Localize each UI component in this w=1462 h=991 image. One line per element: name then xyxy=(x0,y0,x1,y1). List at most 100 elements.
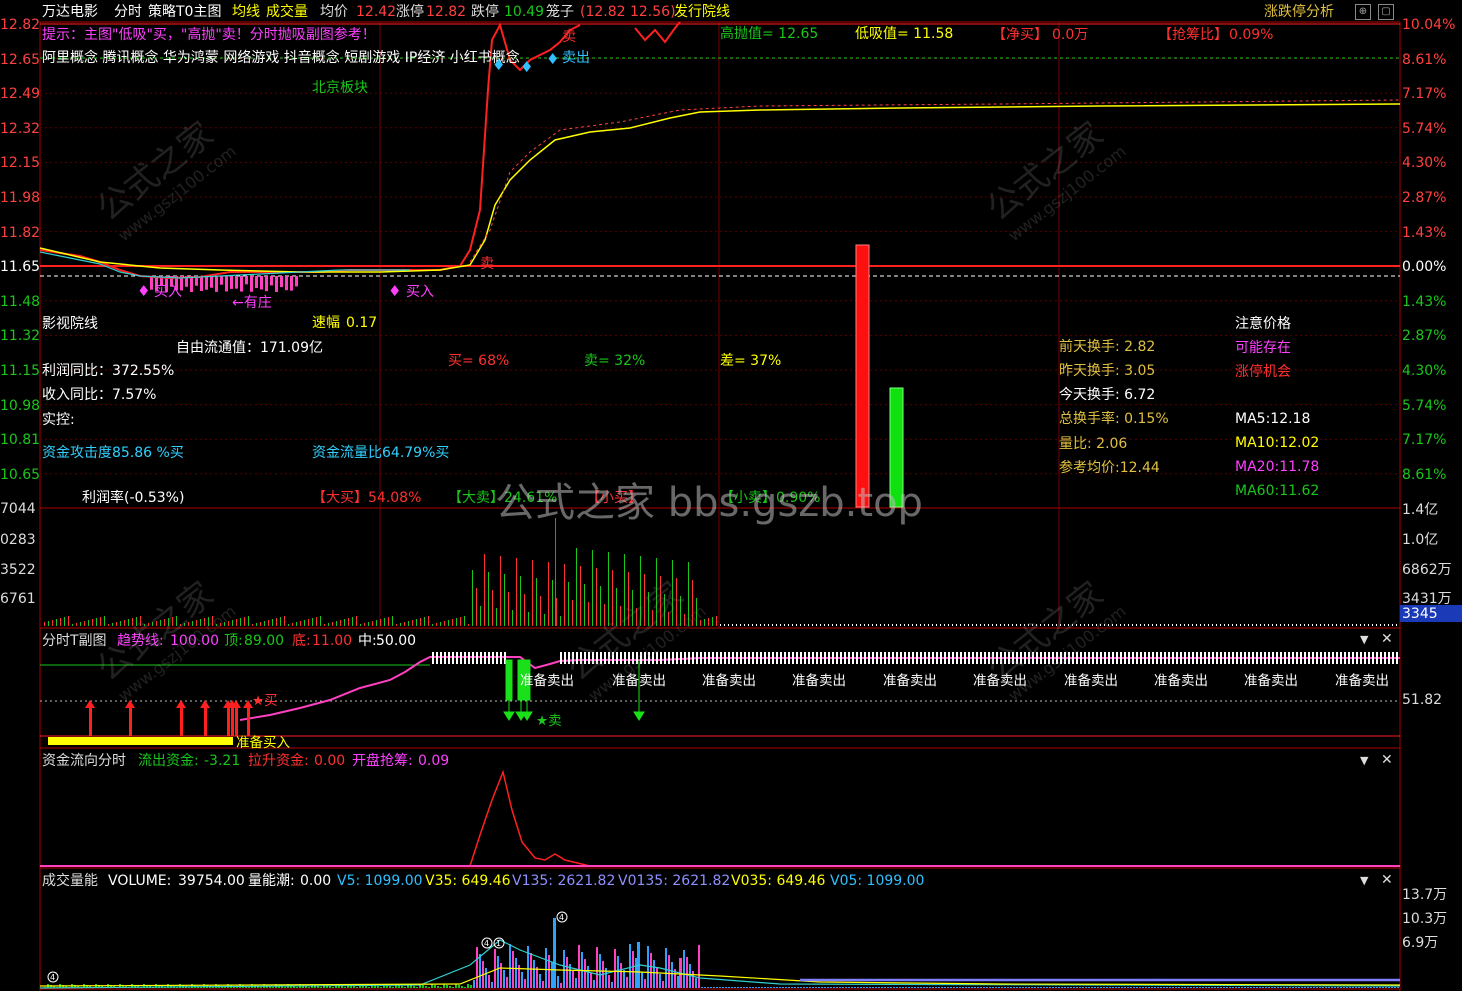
net-buy-value: 0.0万 xyxy=(1052,27,1089,43)
prepare-sell-label: 准备卖出 xyxy=(973,673,1027,689)
high-sell-value: 高抛值= 12.65 xyxy=(720,26,819,42)
buy-tag-text: 买 xyxy=(264,693,278,709)
diamond-icon: ♦ xyxy=(388,282,402,300)
prepare-sell-label: 准备卖出 xyxy=(1064,673,1118,689)
volume-bars xyxy=(44,518,1397,626)
buy-signal-2: 买入 xyxy=(406,284,434,300)
svg-text:4: 4 xyxy=(559,913,564,922)
notice-title: 注意价格 xyxy=(1235,316,1291,332)
ma5-value: MA5:12.18 xyxy=(1235,411,1311,427)
diff-percent: 差= 37% xyxy=(720,353,782,369)
ma20-value: MA20:11.78 xyxy=(1235,459,1320,475)
low-buy-value: 低吸值= 11.58 xyxy=(855,26,954,42)
volume-value: 39754.00 xyxy=(178,873,245,889)
tide-value: 0.00 xyxy=(300,873,332,889)
dealer-tag: ←有庄 xyxy=(232,295,272,311)
dropdown-icon[interactable]: ▼ xyxy=(1360,754,1368,767)
notice-line-1: 可能存在 xyxy=(1235,340,1291,356)
volume-ratio: 量比: 2.06 xyxy=(1059,436,1128,452)
vol-axis-right-2: 6862万 xyxy=(1402,562,1452,578)
price-tick: 12.65 xyxy=(0,51,41,68)
pct-tick: 8.61% xyxy=(1402,51,1447,68)
sell-tag: ★卖 xyxy=(536,712,562,730)
buy-arrows xyxy=(85,700,253,736)
price-tick: 11.32 xyxy=(0,328,41,345)
net-buy-label: 【净买】 xyxy=(992,27,1048,43)
turnover-today: 今天换手: 6.72 xyxy=(1059,387,1156,403)
grab-ratio-label: 【抢筹比】 xyxy=(1158,27,1228,43)
prepare-buy: 准备买入 xyxy=(236,735,290,751)
controller: 实控: xyxy=(42,412,75,428)
prepare-sell-label: 准备卖出 xyxy=(1335,673,1389,689)
ma60-value: MA60:11.62 xyxy=(1235,483,1320,499)
watermark-large: 公式之家 bbs.gszb.top xyxy=(495,480,923,526)
price-tick: 10.81 xyxy=(0,432,41,449)
dropdown-icon[interactable]: ▼ xyxy=(1360,633,1368,646)
volume-energy-bars xyxy=(44,918,1399,988)
sub2-title[interactable]: 资金流向分时 xyxy=(42,752,126,770)
price-tick: 11.98 xyxy=(0,190,41,206)
price-tick: 12.32 xyxy=(0,120,41,137)
volume-label: VOLUME: xyxy=(108,873,172,889)
profit-yoy: 利润同比：372.55% xyxy=(42,363,175,379)
buy-tag: ★买 xyxy=(252,692,278,710)
vol-axis-left-1: 0283 xyxy=(0,532,36,548)
vol-axis-right-0: 1.4亿 xyxy=(1402,502,1439,518)
avg-price-line-dash xyxy=(469,99,1401,263)
concept-tags: 阿里概念 腾讯概念 华为鸿蒙 网络游戏 抖音概念 短剧游戏 IP经济 小红书概念 xyxy=(42,50,520,66)
mid-value: 50.00 xyxy=(376,633,417,649)
price-tick: 10.65 xyxy=(0,466,41,483)
bottom-value: 11.00 xyxy=(312,633,353,649)
circle-markers xyxy=(47,911,568,983)
price-tick: 12.15 xyxy=(0,155,41,172)
revenue-yoy: 收入同比：7.57% xyxy=(42,387,157,403)
float-cap: 自由流通值：171.09亿 xyxy=(176,340,323,356)
pull-fund-label: 拉升资金: xyxy=(248,753,309,769)
svg-text:1: 1 xyxy=(496,939,501,948)
notice-line-2: 涨停机会 xyxy=(1235,364,1291,380)
v05-value: V05: 1099.00 xyxy=(830,873,925,889)
sub3-axis-1: 10.3万 xyxy=(1402,911,1448,927)
close-icon[interactable]: ✕ xyxy=(1381,631,1393,647)
vol-axis-left-2: 3522 xyxy=(0,562,36,578)
prepare-sell-label: 准备卖出 xyxy=(520,673,574,689)
open-grab-value: 0.09 xyxy=(418,753,450,769)
sub3-axis-2: 6.9万 xyxy=(1402,935,1439,951)
pct-tick: 2.87% xyxy=(1402,328,1447,345)
top-value: 89.00 xyxy=(244,633,285,649)
vol-axis-left-3: 6761 xyxy=(0,591,36,607)
pct-tick: 8.61% xyxy=(1402,466,1447,483)
v35-value: V35: 649.46 xyxy=(425,873,511,889)
top-label: 顶: xyxy=(224,633,243,649)
fund-flow-line xyxy=(469,769,591,867)
diamond-icon: ♦ xyxy=(520,58,534,76)
speed-value: 0.17 xyxy=(346,315,378,331)
price-line-top xyxy=(634,21,681,44)
price-tick: 11.82 xyxy=(0,224,41,241)
sub3-title[interactable]: 成交量能 xyxy=(42,872,98,890)
sector-name: 影视院线 xyxy=(42,316,98,332)
trend-value: 100.00 xyxy=(170,633,219,649)
vol-axis-right-1: 1.0亿 xyxy=(1402,532,1439,548)
dropdown-icon[interactable]: ▼ xyxy=(1360,874,1368,887)
price-tick: 12.49 xyxy=(0,86,41,103)
ma10-value: MA10:12.02 xyxy=(1235,435,1320,451)
close-icon[interactable]: ✕ xyxy=(1381,752,1393,768)
svg-text:4: 4 xyxy=(50,973,55,982)
prepare-sell-label: 准备卖出 xyxy=(792,673,846,689)
big-buy: 【大买】54.08% xyxy=(312,490,422,506)
sub1-title[interactable]: 分时T副图 xyxy=(42,632,107,650)
profit-rate: 利润率(-0.53%) xyxy=(82,490,185,506)
pct-tick: 5.74% xyxy=(1402,397,1447,414)
trend-label: 趋势线: xyxy=(117,633,164,649)
vol-axis-left-0: 7044 xyxy=(0,501,36,517)
star-icon: ★ xyxy=(252,693,265,709)
avg-price-line xyxy=(39,103,1401,273)
grab-ratio-value: 0.09% xyxy=(1229,27,1274,43)
pct-tick: 4.30% xyxy=(1402,363,1447,379)
pct-tick: 7.17% xyxy=(1402,432,1447,449)
pct-tick: 5.74% xyxy=(1402,120,1447,137)
prepare-sell-label: 准备卖出 xyxy=(883,673,937,689)
v035-value: V035: 649.46 xyxy=(731,873,826,889)
close-icon[interactable]: ✕ xyxy=(1381,872,1393,888)
